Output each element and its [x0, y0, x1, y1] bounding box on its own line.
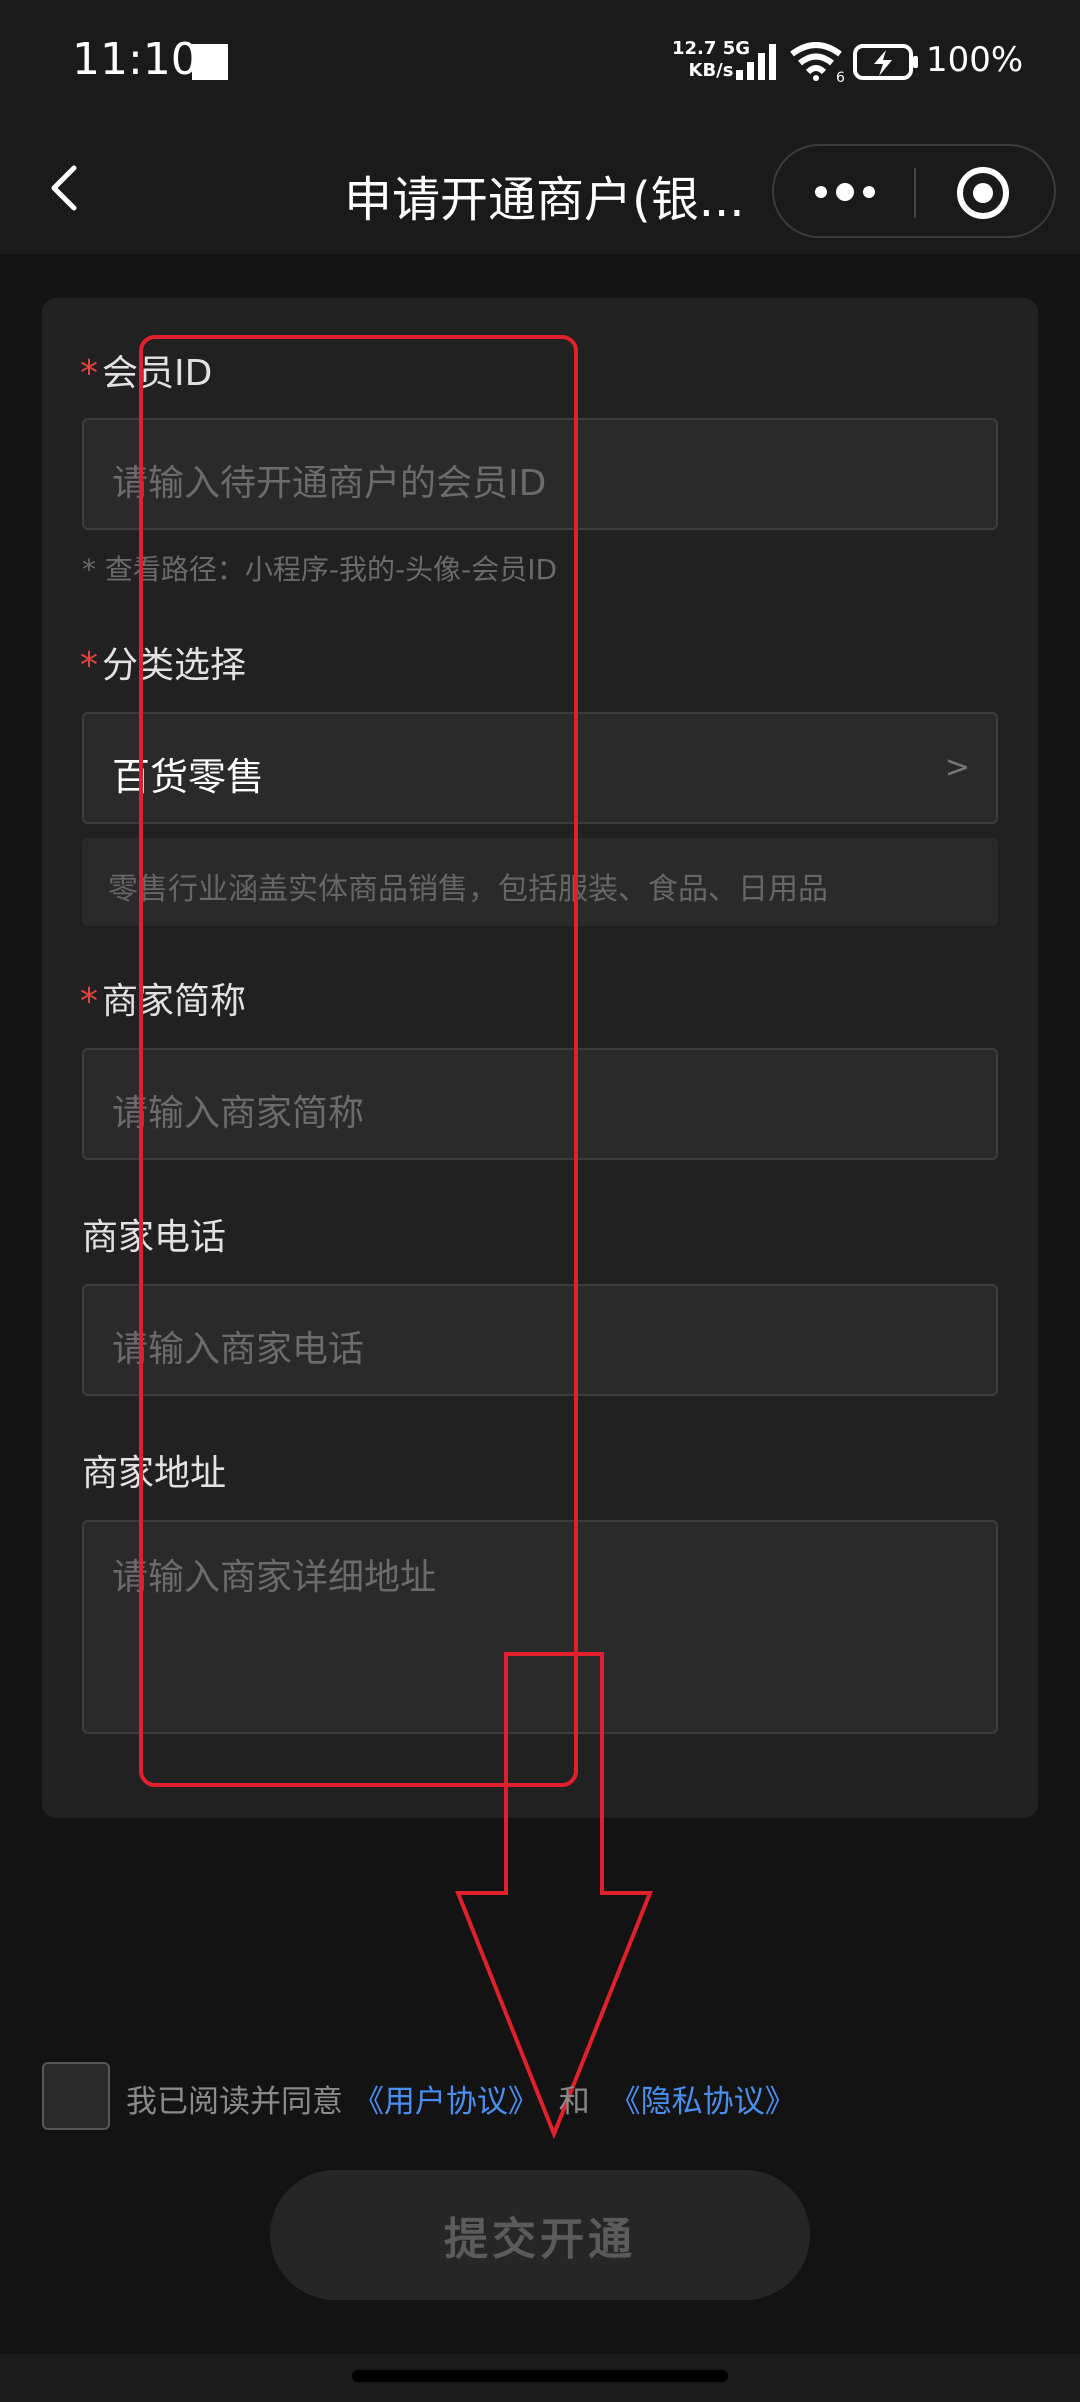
phone-label: 商家电话: [82, 1217, 227, 1258]
member-id-label-text: 会员ID: [102, 353, 213, 394]
battery-charging-icon: [853, 44, 918, 80]
home-indicator[interactable]: [352, 2370, 728, 2382]
short-name-label: * 商家简称: [80, 972, 246, 1024]
member-id-placeholder: 请输入待开通商户的会员ID: [112, 463, 547, 504]
required-mark: *: [80, 645, 98, 686]
notification-icon: [192, 44, 228, 80]
merchant-form: * 会员ID 请输入待开通商户的会员ID * 查看路径：小程序-我的-头像-会员I…: [42, 298, 1038, 1818]
submit-button[interactable]: 提交开通: [270, 2170, 810, 2300]
close-miniprogram-icon[interactable]: [954, 164, 1012, 222]
user-agreement-link[interactable]: 《用户协议》: [353, 2084, 539, 2120]
short-name-input[interactable]: 请输入商家简称: [82, 1048, 998, 1160]
back-icon[interactable]: [38, 158, 98, 218]
agreement-prefix: 我已阅读并同意: [126, 2084, 343, 2120]
mini-program-capsule: [772, 144, 1056, 238]
more-icon[interactable]: [810, 174, 880, 210]
status-bar: 11:10 12.7 5G KB/s 6 100%: [0, 0, 1080, 128]
address-label: 商家地址: [82, 1453, 227, 1494]
wifi-icon: 6: [790, 42, 845, 82]
chevron-right-icon: >: [944, 750, 970, 785]
member-id-label: * 会员ID: [80, 344, 212, 396]
address-placeholder: 请输入商家详细地址: [112, 1557, 437, 1598]
short-name-placeholder: 请输入商家简称: [112, 1093, 365, 1134]
category-description-text: 零售行业涵盖实体商品销售，包括服装、食品、日用品: [108, 872, 828, 907]
battery-percent: 100%: [926, 40, 1024, 80]
required-mark: *: [80, 981, 98, 1022]
phone-placeholder: 请输入商家电话: [112, 1329, 365, 1370]
agreement-checkbox[interactable]: [42, 2062, 110, 2130]
page-title: 申请开通商户(银...: [344, 172, 745, 228]
category-label: * 分类选择: [80, 636, 246, 688]
category-label-text: 分类选择: [102, 645, 247, 686]
wifi-level: 6: [836, 70, 845, 82]
member-id-input[interactable]: 请输入待开通商户的会员ID: [82, 418, 998, 530]
category-description: 零售行业涵盖实体商品销售，包括服装、食品、日用品: [82, 838, 998, 926]
agreement-and: 和: [558, 2084, 590, 2120]
privacy-agreement-link[interactable]: 《隐私协议》: [610, 2084, 796, 2120]
speed-value: 12.7: [672, 38, 717, 59]
status-time: 11:10: [72, 34, 199, 85]
category-value: 百货零售: [112, 755, 265, 799]
signal-icon: [736, 44, 776, 80]
agreement-text: 我已阅读并同意 《用户协议》 和 《隐私协议》: [126, 2076, 796, 2121]
phone-input[interactable]: 请输入商家电话: [82, 1284, 998, 1396]
member-id-hint: * 查看路径：小程序-我的-头像-会员ID: [82, 553, 558, 586]
capsule-divider: [914, 168, 916, 218]
agreement-row: 我已阅读并同意 《用户协议》 和 《隐私协议》: [42, 2062, 1042, 2132]
category-select[interactable]: 百货零售 >: [82, 712, 998, 824]
nav-bar: 申请开通商户(银...: [0, 128, 1080, 254]
address-textarea[interactable]: 请输入商家详细地址: [82, 1520, 998, 1734]
short-name-label-text: 商家简称: [102, 981, 247, 1022]
required-mark: *: [80, 353, 98, 394]
